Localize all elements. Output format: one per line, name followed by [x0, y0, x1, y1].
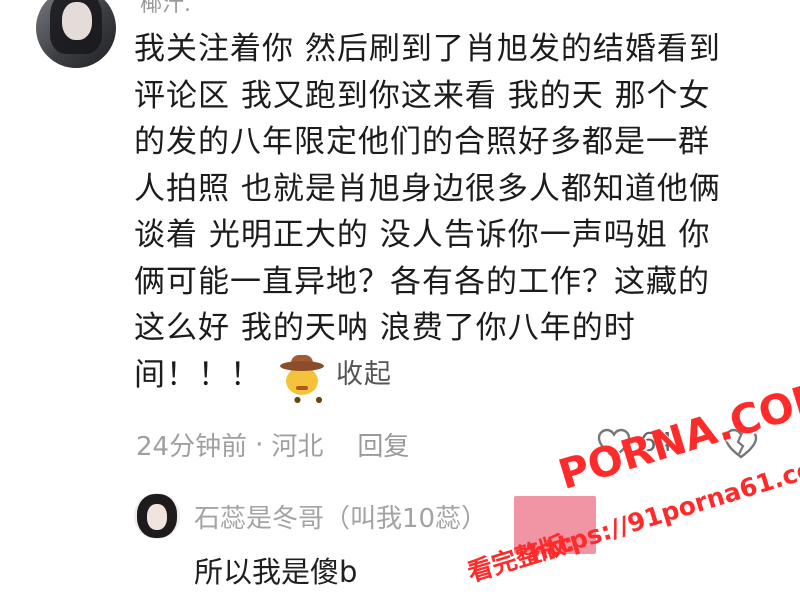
reply-username[interactable]: 石蕊是冬哥（叫我10蕊）: [194, 498, 487, 535]
reply-avatar[interactable]: [134, 493, 180, 539]
commenter-username[interactable]: 椰汁.: [140, 0, 191, 18]
comment-location: 河北: [271, 432, 324, 462]
collapse-button[interactable]: 收起: [336, 352, 392, 399]
comment-line: 俩可能一直异地？各有各的工作？这藏的: [134, 263, 710, 300]
meta-separator: ·: [255, 429, 264, 460]
reply-text: 所以我是傻b: [194, 555, 358, 589]
comment-line: 间！！！: [134, 356, 262, 393]
comment-line: 这么好 我的天呐 浪费了你八年的时: [134, 310, 636, 346]
avatar-face: [147, 504, 167, 530]
comment-line: 评论区 我又跑到你这来看 我的天 那个女: [134, 77, 711, 114]
comment-line: 的发的八年限定他们的合照好多都是一群: [134, 124, 710, 160]
comment-line: 谈着 光明正大的 没人告诉你一声吗姐 你: [134, 217, 711, 253]
comment-line: 我关注着你 然后刷到了肖旭发的结婚看到: [134, 31, 721, 67]
comment-timestamp: 24分钟前: [136, 432, 248, 462]
cowboy-face-emoji-icon: ● ●: [280, 354, 324, 404]
comment-last-line: 间！！！ ● ● 收起: [134, 352, 774, 404]
avatar-face: [62, 2, 92, 40]
commenter-avatar[interactable]: [36, 0, 116, 68]
reply-button[interactable]: 回复: [357, 426, 409, 463]
comment-body: 我关注着你 然后刷到了肖旭发的结婚看到 评论区 我又跑到你这来看 我的天 那个女…: [134, 26, 774, 404]
comment-meta: 24分钟前 · 河北 回复: [136, 426, 409, 463]
comment-line: 人拍照 也就是肖旭身边很多人都知道他俩: [134, 170, 721, 207]
